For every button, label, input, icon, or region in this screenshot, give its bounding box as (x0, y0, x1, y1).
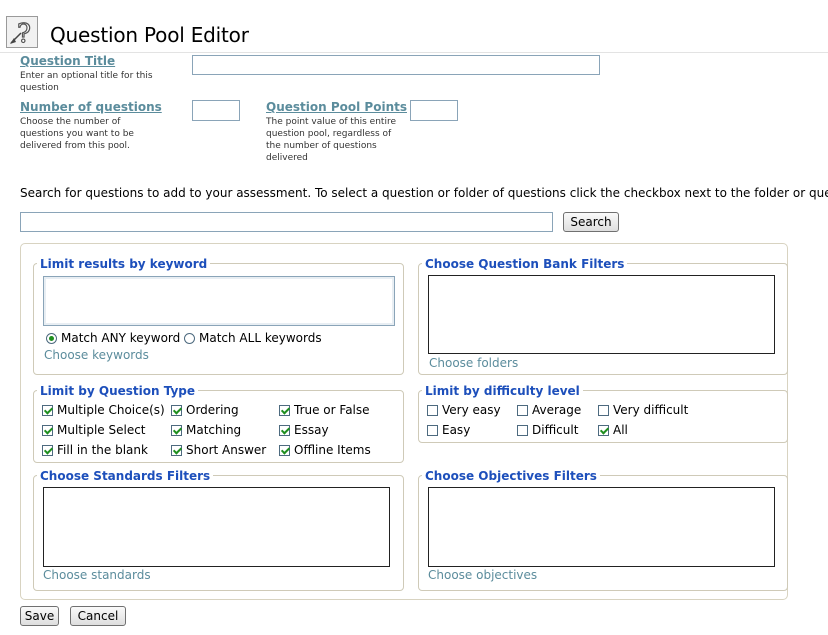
qtype-offline-items[interactable]: Offline Items (279, 443, 371, 457)
difficulty-average-checkbox[interactable] (517, 404, 528, 416)
objectives-legend: Choose Objectives Filters (422, 469, 600, 483)
question-bank-filter-group: Choose Question Bank Filters Choose fold… (418, 257, 788, 375)
qtype-offline-items-checkbox[interactable] (279, 444, 290, 456)
svg-text:?: ? (17, 19, 31, 47)
difficulty-very-easy-checkbox[interactable] (427, 404, 438, 416)
question-type-legend: Limit by Question Type (37, 384, 199, 398)
save-button[interactable]: Save (20, 606, 59, 626)
difficulty-easy-checkbox[interactable] (427, 424, 438, 436)
difficulty-filter-group: Limit by difficulty level Very easy Aver… (418, 384, 788, 443)
difficulty-difficult-checkbox[interactable] (517, 424, 528, 436)
difficulty-very-difficult[interactable]: Very difficult (598, 403, 688, 417)
qtype-matching-label: Matching (186, 423, 242, 437)
pool-points-input[interactable] (410, 100, 458, 121)
num-questions-input[interactable] (192, 100, 240, 121)
difficulty-legend: Limit by difficulty level (422, 384, 583, 398)
search-input[interactable] (20, 212, 553, 232)
difficulty-difficult-label: Difficult (532, 423, 579, 437)
qtype-short-answer-label: Short Answer (186, 443, 267, 457)
choose-objectives-link[interactable]: Choose objectives (428, 568, 537, 582)
question-title-help: Enter an optional title for this questio… (20, 71, 153, 93)
choose-folders-link[interactable]: Choose folders (429, 356, 518, 370)
question-pool-icon: ? (6, 16, 38, 50)
difficulty-all[interactable]: All (598, 423, 628, 437)
qtype-ordering-label: Ordering (186, 403, 239, 417)
difficulty-all-label: All (613, 423, 628, 437)
qtype-matching-checkbox[interactable] (171, 424, 182, 436)
match-any-option[interactable]: Match ANY keyword (46, 331, 180, 345)
qtype-fill-blank-checkbox[interactable] (42, 444, 53, 456)
keyword-textarea[interactable] (43, 276, 395, 326)
keyword-filter-group: Limit results by keyword Match ANY keywo… (33, 257, 404, 375)
qtype-essay-checkbox[interactable] (279, 424, 290, 436)
page-title: Question Pool Editor (50, 23, 249, 47)
header-divider (0, 52, 828, 53)
qtype-short-answer-checkbox[interactable] (171, 444, 182, 456)
num-questions-help: Choose the number of questions you want … (20, 117, 134, 151)
qtype-true-false-checkbox[interactable] (279, 404, 290, 416)
difficulty-very-easy-label: Very easy (442, 403, 501, 417)
question-type-filter-group: Limit by Question Type Multiple Choice(s… (33, 384, 404, 463)
question-title-input[interactable] (192, 55, 600, 75)
difficulty-difficult[interactable]: Difficult (517, 423, 578, 437)
objectives-box[interactable] (428, 487, 775, 567)
difficulty-very-difficult-checkbox[interactable] (598, 404, 609, 416)
difficulty-average[interactable]: Average (517, 403, 581, 417)
qtype-offline-items-label: Offline Items (294, 443, 371, 457)
qtype-matching[interactable]: Matching (171, 423, 241, 437)
match-all-option[interactable]: Match ALL keywords (184, 331, 322, 345)
qtype-fill-blank[interactable]: Fill in the blank (42, 443, 148, 457)
question-bank-legend: Choose Question Bank Filters (422, 257, 628, 271)
qtype-multiple-choice-checkbox[interactable] (42, 404, 53, 416)
difficulty-very-difficult-label: Very difficult (613, 403, 689, 417)
difficulty-very-easy[interactable]: Very easy (427, 403, 501, 417)
difficulty-all-checkbox[interactable] (598, 424, 609, 436)
qtype-essay-label: Essay (294, 423, 329, 437)
qtype-fill-blank-label: Fill in the blank (57, 443, 148, 457)
difficulty-easy[interactable]: Easy (427, 423, 470, 437)
qtype-multiple-select-label: Multiple Select (57, 423, 146, 437)
keyword-filter-legend: Limit results by keyword (37, 257, 211, 271)
qtype-multiple-choice-label: Multiple Choice(s) (57, 403, 165, 417)
qtype-multiple-select[interactable]: Multiple Select (42, 423, 146, 437)
qtype-multiple-select-checkbox[interactable] (42, 424, 53, 436)
question-bank-box[interactable] (428, 275, 775, 354)
standards-filter-group: Choose Standards Filters Choose standard… (33, 469, 404, 591)
match-any-label: Match ANY keyword (61, 331, 181, 345)
qtype-true-false-label: True or False (294, 403, 370, 417)
qtype-multiple-choice[interactable]: Multiple Choice(s) (42, 403, 165, 417)
qtype-ordering-checkbox[interactable] (171, 404, 182, 416)
search-button[interactable]: Search (563, 212, 619, 232)
qtype-essay[interactable]: Essay (279, 423, 329, 437)
standards-box[interactable] (43, 487, 390, 567)
match-any-radio[interactable] (46, 332, 57, 344)
num-questions-label[interactable]: Number of questions (20, 100, 162, 114)
cancel-button[interactable]: Cancel (70, 606, 126, 626)
question-title-label[interactable]: Question Title (20, 54, 115, 68)
standards-legend: Choose Standards Filters (37, 469, 214, 483)
difficulty-average-label: Average (532, 403, 582, 417)
pool-points-label[interactable]: Question Pool Points (266, 100, 407, 114)
match-all-label: Match ALL keywords (199, 331, 322, 345)
qtype-ordering[interactable]: Ordering (171, 403, 239, 417)
difficulty-easy-label: Easy (442, 423, 471, 437)
match-all-radio[interactable] (184, 332, 195, 344)
pool-points-help: The point value of this entire question … (266, 117, 396, 163)
search-instructions: Search for questions to add to your asse… (20, 186, 828, 200)
choose-standards-link[interactable]: Choose standards (43, 568, 151, 582)
choose-keywords-link[interactable]: Choose keywords (44, 348, 149, 362)
qtype-short-answer[interactable]: Short Answer (171, 443, 266, 457)
objectives-filter-group: Choose Objectives Filters Choose objecti… (418, 469, 788, 591)
qtype-true-false[interactable]: True or False (279, 403, 370, 417)
